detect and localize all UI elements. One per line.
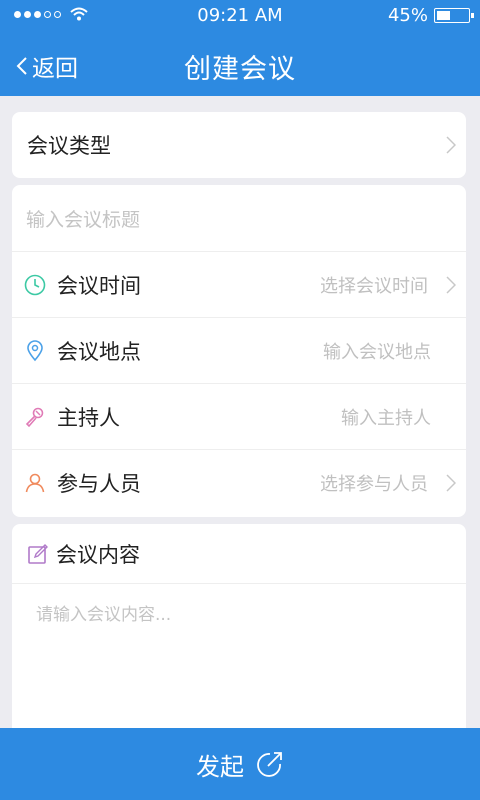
microphone-icon [25, 407, 44, 428]
field-hint-participants: 选择参与人员 [320, 474, 428, 495]
title-input-row[interactable]: 输入会议标题 [12, 185, 466, 251]
title-input[interactable]: 输入会议标题 [26, 205, 140, 232]
content-textarea[interactable]: 请输入会议内容... [12, 584, 466, 728]
field-label-participants: 参与人员 [57, 471, 141, 496]
meeting-details-card: 输入会议标题 会议时间 选择会议时间 会议地点 输入会议地点 主持人 输入主持人 [12, 185, 466, 517]
field-input-location[interactable]: 输入会议地点 [323, 338, 431, 364]
launch-label: 发起 [196, 752, 244, 781]
meeting-type-row[interactable]: 会议类型 [12, 112, 466, 178]
share-arrow-icon [257, 752, 282, 777]
clock-icon [24, 274, 46, 296]
content-placeholder: 请输入会议内容... [36, 605, 172, 625]
edit-icon [28, 544, 48, 564]
status-bar: 09:21 AM 45% [0, 0, 480, 32]
page-title: 创建会议 [184, 54, 296, 85]
field-label-time: 会议时间 [57, 273, 141, 298]
content-header: 会议内容 [12, 524, 466, 584]
chevron-right-icon [446, 474, 456, 492]
battery-percent: 45% [387, 5, 428, 26]
location-pin-icon [27, 340, 43, 362]
field-row-time[interactable]: 会议时间 选择会议时间 [12, 251, 466, 317]
nav-bar: 返回 创建会议 [0, 32, 480, 96]
battery-cap [471, 13, 474, 18]
chevron-right-icon [446, 276, 456, 294]
meeting-type-label: 会议类型 [27, 134, 111, 158]
meeting-content-card: 会议内容 请输入会议内容... [12, 524, 466, 728]
launch-button[interactable]: 发起 [0, 728, 480, 800]
field-row-location[interactable]: 会议地点 输入会议地点 [12, 317, 466, 383]
field-input-host[interactable]: 输入主持人 [341, 404, 431, 430]
field-row-participants[interactable]: 参与人员 选择参与人员 [12, 449, 466, 515]
field-label-host: 主持人 [57, 405, 120, 430]
content-label: 会议内容 [56, 542, 140, 567]
field-label-location: 会议地点 [57, 339, 141, 364]
chevron-right-icon [446, 136, 456, 154]
field-hint-time: 选择会议时间 [320, 276, 428, 297]
battery-fill [437, 11, 451, 20]
battery-indicator: 45% [387, 5, 474, 26]
person-icon [25, 473, 45, 493]
field-row-host[interactable]: 主持人 输入主持人 [12, 383, 466, 449]
battery-icon [434, 8, 474, 23]
header: 09:21 AM 45% 返回 创建会议 [0, 0, 480, 96]
meeting-type-card: 会议类型 [12, 112, 466, 178]
